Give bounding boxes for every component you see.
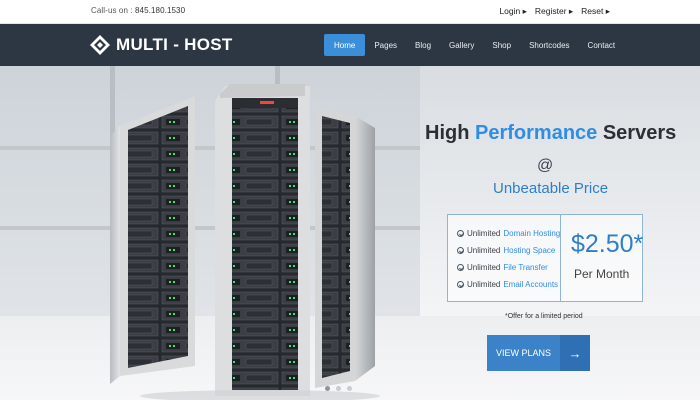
arrow-right-icon: → [560,335,590,371]
nav-item-shortcodes[interactable]: Shortcodes [520,34,578,56]
title-highlight: Performance [475,122,598,144]
nav-item-pages[interactable]: Pages [365,34,406,56]
account-links: Login ▸ Register ▸ Reset ▸ [499,6,610,17]
call-label: Call-us on : [91,6,133,15]
nav-menu: Home Pages Blog Gallery Shop Shortcodes … [324,34,624,56]
nav-item-blog[interactable]: Blog [406,34,440,56]
top-bar: Call-us on : 845.180.1530 Login ▸ Regist… [0,0,700,24]
list-item: Unlimited Hosting Space [457,242,560,259]
main-navbar: MULTI - HOST Home Pages Blog Gallery Sho… [0,24,700,66]
hero-title: High Performance Servers [425,122,676,145]
register-link[interactable]: Register ▸ [535,6,573,17]
feature-highlight: Domain Hosting [503,229,561,238]
feature-prefix: Unlimited [467,246,501,255]
title-prefix: High [425,122,475,144]
logo-diamond-icon [90,35,110,55]
server-racks-image [110,84,380,400]
list-item: Unlimited File Transfer [457,259,560,276]
feature-highlight: File Transfer [503,263,548,272]
check-circle-icon [457,247,464,254]
at-symbol: @ [537,157,554,174]
divider [560,215,561,301]
check-circle-icon [457,281,464,288]
price: $2.50* [571,230,644,258]
site-logo[interactable]: MULTI - HOST [90,33,233,57]
slider-dot[interactable] [347,386,352,391]
view-plans-button[interactable]: VIEW PLANS → [487,335,590,371]
feature-prefix: Unlimited [467,280,501,289]
feature-highlight: Hosting Space [503,246,556,255]
list-item: Unlimited Domain Hosting [457,225,560,242]
nav-item-shop[interactable]: Shop [483,34,520,56]
list-item: Unlimited Email Accounts [457,276,560,293]
check-circle-icon [457,264,464,271]
feature-highlight: Email Accounts [503,280,559,289]
phone-number: 845.180.1530 [135,6,186,15]
feature-prefix: Unlimited [467,263,501,272]
contact-phone: Call-us on : 845.180.1530 [91,6,185,15]
nav-item-gallery[interactable]: Gallery [440,34,483,56]
nav-item-home[interactable]: Home [324,34,366,56]
logo-text: MULTI - HOST [116,35,233,54]
hero-subtitle: Unbeatable Price [493,180,609,197]
view-plans-label: VIEW PLANS [495,348,551,358]
pricing-box: Unlimited Domain Hosting Unlimited Hosti… [447,214,643,302]
feature-list: Unlimited Domain Hosting Unlimited Hosti… [457,225,560,293]
hero-slider: High Performance Servers @ Unbeatable Pr… [0,66,700,400]
feature-prefix: Unlimited [467,229,501,238]
slider-dot[interactable] [325,386,330,391]
check-circle-icon [457,230,464,237]
nav-item-contact[interactable]: Contact [579,34,625,56]
window-pane [0,66,110,316]
title-suffix: Servers [597,122,677,144]
slider-dot[interactable] [336,386,341,391]
reset-link[interactable]: Reset ▸ [581,6,610,17]
login-link[interactable]: Login ▸ [499,6,526,17]
slider-dots [325,386,352,391]
price-period: Per Month [574,267,630,281]
offer-note: *Offer for a limited period [505,313,583,320]
